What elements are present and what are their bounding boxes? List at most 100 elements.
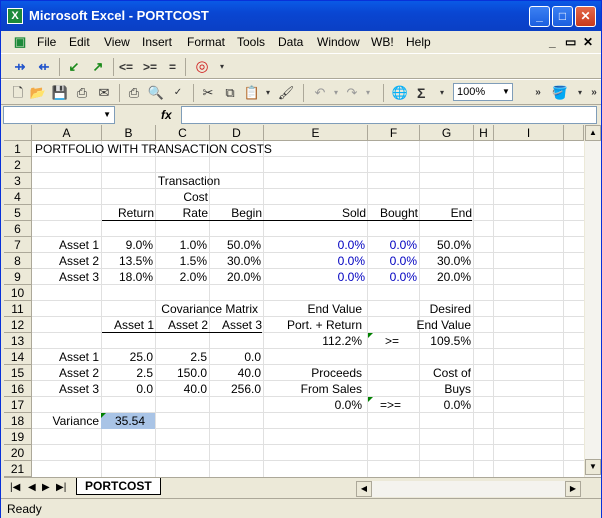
asset-rate[interactable]: 1.5% xyxy=(156,253,207,269)
column-header-a[interactable]: A xyxy=(32,125,102,141)
header-transaction[interactable]: Transaction xyxy=(149,173,229,189)
asset-return[interactable]: 18.0% xyxy=(102,269,153,285)
cov-value[interactable]: 256.0 xyxy=(210,381,261,397)
header-rate[interactable]: Rate xyxy=(154,205,208,221)
toolbar-options-icon[interactable]: » xyxy=(529,84,547,102)
menu-data[interactable]: Data xyxy=(278,35,303,49)
row-header[interactable]: 6 xyxy=(4,221,32,237)
row-header[interactable]: 14 xyxy=(4,349,32,365)
workbook-icon[interactable]: ▣ xyxy=(11,33,29,51)
cov-value[interactable]: 0.0 xyxy=(210,349,261,365)
autosum-dropdown-icon[interactable]: ▾ xyxy=(433,84,451,102)
row-header[interactable]: 3 xyxy=(4,173,32,189)
asset-return[interactable]: 13.5% xyxy=(102,253,153,269)
print-icon[interactable]: ⎙ xyxy=(125,84,143,102)
asset-sold[interactable]: 0.0% xyxy=(264,253,365,269)
horizontal-scrollbar[interactable]: ◀ ▶ xyxy=(356,481,581,497)
cov-value[interactable]: 40.0 xyxy=(210,365,261,381)
format-painter-icon[interactable]: 🖌 xyxy=(277,84,295,102)
fill-color-icon[interactable]: 🪣 xyxy=(551,84,569,102)
cov-value[interactable]: 2.5 xyxy=(102,365,153,381)
asset-bought[interactable]: 0.0% xyxy=(368,269,417,285)
redo-dropdown-icon[interactable]: ▾ xyxy=(359,84,377,102)
scroll-right-button[interactable]: ▶ xyxy=(565,481,581,497)
spelling-icon[interactable]: ✓ xyxy=(169,84,187,102)
prev-sheet-icon[interactable]: ◀ xyxy=(28,482,36,493)
column-header-f[interactable]: F xyxy=(368,125,420,141)
cut-icon[interactable]: ✂ xyxy=(199,84,217,102)
zoom-dropdown-icon[interactable]: ▼ xyxy=(500,84,512,100)
insert-function-icon[interactable]: fx xyxy=(161,108,172,122)
scroll-left-button[interactable]: ◀ xyxy=(356,481,372,497)
autosum-button[interactable]: Σ xyxy=(417,84,425,102)
trace-dependents-icon[interactable]: ⇷ xyxy=(35,58,53,76)
asset-return[interactable]: 9.0% xyxy=(102,237,153,253)
menu-help[interactable]: Help xyxy=(406,35,431,49)
asset-begin[interactable]: 30.0% xyxy=(210,253,261,269)
cov-value[interactable]: 40.0 xyxy=(156,381,207,397)
row-header[interactable]: 12 xyxy=(4,317,32,333)
asset-begin[interactable]: 50.0% xyxy=(210,237,261,253)
cov-header-asset1[interactable]: Asset 1 xyxy=(102,317,154,333)
asset-rate[interactable]: 2.0% xyxy=(156,269,207,285)
arrow-gte-operator[interactable]: =>= xyxy=(380,397,401,413)
port-value[interactable]: 112.2% xyxy=(264,333,362,349)
less-equal-button[interactable]: <= xyxy=(119,58,133,76)
desired-end-value-label[interactable]: End Value xyxy=(384,317,472,333)
covariance-title[interactable]: Covariance Matrix xyxy=(102,301,258,317)
column-header-d[interactable]: D xyxy=(210,125,264,141)
proceeds-value[interactable]: 0.0% xyxy=(264,397,362,413)
asset-name[interactable]: Asset 3 xyxy=(32,269,99,285)
new-icon[interactable]: 🗋 xyxy=(9,84,27,102)
equal-button[interactable]: = xyxy=(169,58,176,76)
row-header[interactable]: 13 xyxy=(4,333,32,349)
row-header[interactable]: 18 xyxy=(4,413,32,429)
toolbar-options-icon-2[interactable]: » xyxy=(585,84,602,102)
menu-tools[interactable]: Tools xyxy=(237,35,265,49)
hyperlink-icon[interactable]: 🌐 xyxy=(391,84,409,102)
menu-edit[interactable]: Edit xyxy=(69,35,90,49)
cov-header-asset3[interactable]: Asset 3 xyxy=(208,317,262,333)
desired-value[interactable]: 109.5% xyxy=(420,333,471,349)
save-icon[interactable]: 💾 xyxy=(51,84,69,102)
asset-sold[interactable]: 0.0% xyxy=(264,237,365,253)
formula-input[interactable] xyxy=(181,106,597,124)
asset-end[interactable]: 50.0% xyxy=(420,237,471,253)
print-preview-icon[interactable]: 🔍 xyxy=(147,84,165,102)
row-header[interactable]: 17 xyxy=(4,397,32,413)
column-header-e[interactable]: E xyxy=(264,125,368,141)
header-begin[interactable]: Begin xyxy=(208,205,262,221)
asset-name[interactable]: Asset 1 xyxy=(32,237,99,253)
header-bought[interactable]: Bought xyxy=(366,205,418,221)
paste-dropdown-icon[interactable]: ▾ xyxy=(259,84,277,102)
copy-icon[interactable]: ⧉ xyxy=(221,84,239,102)
cov-row-name[interactable]: Asset 3 xyxy=(32,381,99,397)
row-header[interactable]: 7 xyxy=(4,237,32,253)
scroll-up-button[interactable]: ▲ xyxy=(585,125,601,141)
column-header-h[interactable]: H xyxy=(474,125,494,141)
from-sales-label[interactable]: From Sales xyxy=(264,381,362,397)
cov-row-name[interactable]: Asset 1 xyxy=(32,349,99,365)
gte-operator[interactable]: >= xyxy=(385,333,399,349)
doc-close-button[interactable]: ✕ xyxy=(583,35,593,49)
asset-end[interactable]: 20.0% xyxy=(420,269,471,285)
open-icon[interactable]: 📂 xyxy=(29,84,47,102)
buys-value[interactable]: 0.0% xyxy=(420,397,471,413)
sheet-title[interactable]: PORTFOLIO WITH TRANSACTION COSTS xyxy=(35,141,272,157)
row-header[interactable]: 20 xyxy=(4,445,32,461)
trace-precedents-icon[interactable]: ⇸ xyxy=(11,58,29,76)
asset-bought[interactable]: 0.0% xyxy=(368,253,417,269)
column-header-i[interactable]: I xyxy=(494,125,564,141)
menu-wb[interactable]: WB! xyxy=(371,35,394,49)
maximize-button[interactable]: □ xyxy=(552,6,573,27)
last-sheet-icon[interactable]: ▶| xyxy=(56,482,66,493)
menu-insert[interactable]: Insert xyxy=(142,35,172,49)
zoom-select[interactable]: 100% ▼ xyxy=(453,83,513,101)
menu-file[interactable]: File xyxy=(37,35,56,49)
row-header[interactable]: 11 xyxy=(4,301,32,317)
column-header-c[interactable]: C xyxy=(156,125,210,141)
row-header[interactable]: 15 xyxy=(4,365,32,381)
doc-minimize-button[interactable]: _ xyxy=(549,35,556,49)
toolbar-dropdown-icon[interactable]: ▾ xyxy=(213,58,231,76)
buys-label[interactable]: Buys xyxy=(420,381,471,397)
